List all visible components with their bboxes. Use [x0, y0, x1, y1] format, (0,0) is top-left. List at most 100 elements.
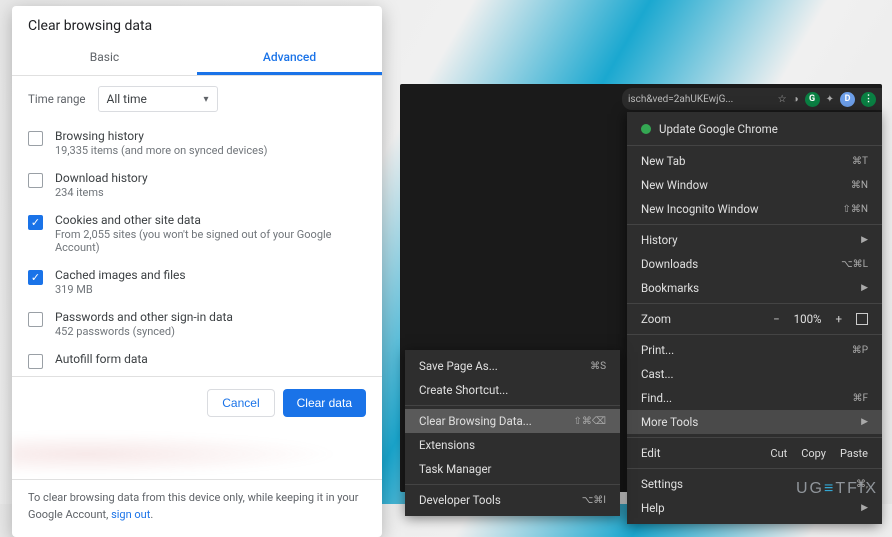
time-range-row: Time range All time ▾ [12, 76, 382, 122]
menu-label: Downloads [641, 257, 698, 271]
clear-data-button[interactable]: Clear data [283, 389, 366, 417]
menu-separator [627, 468, 882, 469]
submenu-clear-browsing-data[interactable]: Clear Browsing Data... ⇧⌘⌫ [405, 409, 620, 433]
menu-new-window[interactable]: New Window ⌘N [627, 173, 882, 197]
profile-avatar[interactable]: D [840, 92, 855, 107]
edit-cut-button[interactable]: Cut [770, 447, 787, 460]
menu-help[interactable]: Help ▶ [627, 496, 882, 520]
dialog-title: Clear browsing data [12, 6, 382, 42]
menu-print[interactable]: Print... ⌘P [627, 338, 882, 362]
tab-basic[interactable]: Basic [12, 42, 197, 75]
option-passwords: Passwords and other sign-in data 452 pas… [28, 303, 366, 345]
footer-text-end: . [150, 508, 153, 521]
menu-label: Task Manager [419, 462, 491, 476]
time-range-select[interactable]: All time ▾ [98, 86, 218, 112]
menu-label: Update Google Chrome [659, 122, 778, 136]
menu-zoom-row: Zoom − 100% + [627, 307, 882, 331]
watermark-b: TFIX [835, 480, 878, 497]
time-range-label: Time range [28, 92, 86, 106]
tab-advanced[interactable]: Advanced [197, 42, 382, 75]
cancel-button[interactable]: Cancel [207, 389, 274, 417]
checkbox-cookies[interactable]: ✓ [28, 215, 43, 230]
chevron-right-icon: ▶ [861, 503, 868, 513]
submenu-create-shortcut[interactable]: Create Shortcut... [405, 378, 620, 402]
menu-shortcut: ⌥⌘L [841, 259, 868, 270]
dialog-tabs: Basic Advanced [12, 42, 382, 76]
zoom-in-button[interactable]: + [831, 312, 846, 326]
checkbox-passwords[interactable] [28, 312, 43, 327]
menu-separator [405, 405, 620, 406]
more-tools-submenu: Save Page As... ⌘S Create Shortcut... Cl… [405, 350, 620, 516]
option-autofill: Autofill form data [28, 345, 366, 376]
option-title: Download history [55, 171, 366, 185]
menu-more-tools[interactable]: More Tools ▶ [627, 410, 882, 434]
menu-separator [627, 334, 882, 335]
submenu-developer-tools[interactable]: Developer Tools ⌥⌘I [405, 488, 620, 512]
option-cache: ✓ Cached images and files 319 MB [28, 261, 366, 303]
submenu-extensions[interactable]: Extensions [405, 433, 620, 457]
menu-find[interactable]: Find... ⌘F [627, 386, 882, 410]
chevron-right-icon: ▶ [861, 417, 868, 427]
menu-label: History [641, 233, 678, 247]
menu-label: Help [641, 501, 665, 515]
menu-separator [627, 224, 882, 225]
zoom-value: 100% [794, 312, 822, 326]
zoom-label: Zoom [641, 312, 759, 326]
puzzle-icon[interactable]: ✦ [826, 94, 834, 105]
star-icon[interactable]: ☆ [778, 94, 787, 105]
menu-separator [627, 303, 882, 304]
edit-paste-button[interactable]: Paste [840, 447, 868, 460]
menu-bookmarks[interactable]: Bookmarks ▶ [627, 276, 882, 300]
edit-copy-button[interactable]: Copy [801, 447, 826, 460]
dialog-actions: Cancel Clear data [12, 376, 382, 429]
option-download-history: Download history 234 items [28, 164, 366, 206]
chevron-right-icon: ▶ [861, 235, 868, 245]
menu-shortcut: ⌘T [852, 156, 868, 167]
menu-label: Find... [641, 391, 672, 405]
checkbox-cache[interactable]: ✓ [28, 270, 43, 285]
menu-separator [405, 484, 620, 485]
menu-label: New Tab [641, 154, 686, 168]
sign-out-link[interactable]: sign out [111, 508, 150, 521]
menu-shortcut: ⌘F [852, 393, 868, 404]
menu-separator [627, 437, 882, 438]
menu-label: New Window [641, 178, 708, 192]
menu-label: Settings [641, 477, 683, 491]
zoom-out-button[interactable]: − [769, 312, 784, 326]
update-dot-icon [641, 124, 651, 134]
clear-options-list: Browsing history 19,335 items (and more … [12, 122, 382, 376]
menu-shortcut: ⌘S [590, 361, 606, 372]
chevron-down-icon: ▾ [204, 94, 209, 105]
menu-label: New Incognito Window [641, 202, 759, 216]
menu-label: Save Page As... [419, 359, 498, 373]
menu-label: Clear Browsing Data... [419, 414, 532, 428]
chevron-right-icon: ▶ [861, 283, 868, 293]
submenu-save-page[interactable]: Save Page As... ⌘S [405, 354, 620, 378]
option-title: Autofill form data [55, 352, 366, 366]
menu-separator [627, 145, 882, 146]
extension-icon[interactable]: G [805, 92, 820, 107]
update-badge-icon[interactable]: ⋮ [861, 92, 876, 107]
address-fragment: isch&ved=2ahUKEwjG... [628, 94, 772, 105]
option-title: Cookies and other site data [55, 213, 366, 227]
menu-cast[interactable]: Cast... [627, 362, 882, 386]
submenu-task-manager[interactable]: Task Manager [405, 457, 620, 481]
checkbox-autofill[interactable] [28, 354, 43, 369]
menu-update-chrome[interactable]: Update Google Chrome [627, 116, 882, 142]
menu-label: Bookmarks [641, 281, 699, 295]
option-title: Browsing history [55, 129, 366, 143]
option-subtitle: From 2,055 sites (you won't be signed ou… [55, 228, 366, 254]
menu-shortcut: ⌘P [852, 345, 868, 356]
checkbox-browsing-history[interactable] [28, 131, 43, 146]
checkbox-download-history[interactable] [28, 173, 43, 188]
chrome-main-menu: Update Google Chrome New Tab ⌘T New Wind… [627, 112, 882, 524]
shield-icon[interactable]: ◑ [793, 94, 799, 105]
fullscreen-icon[interactable] [856, 313, 868, 325]
menu-shortcut: ⇧⌘⌫ [573, 416, 606, 427]
menu-label: More Tools [641, 415, 698, 429]
menu-new-tab[interactable]: New Tab ⌘T [627, 149, 882, 173]
menu-history[interactable]: History ▶ [627, 228, 882, 252]
menu-incognito[interactable]: New Incognito Window ⇧⌘N [627, 197, 882, 221]
menu-edit-row: Edit Cut Copy Paste [627, 441, 882, 465]
menu-downloads[interactable]: Downloads ⌥⌘L [627, 252, 882, 276]
